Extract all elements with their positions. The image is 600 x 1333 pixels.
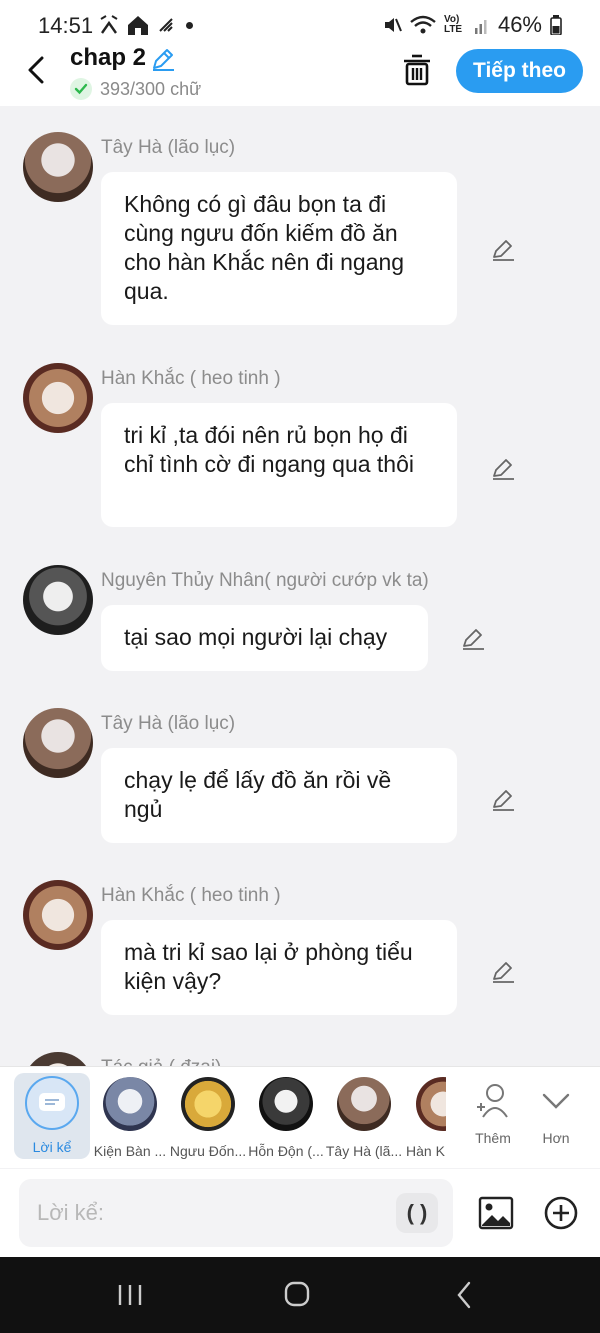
alarm-icon <box>100 15 118 34</box>
edit-title-button[interactable] <box>150 46 176 77</box>
home-button[interactable] <box>277 1279 317 1311</box>
character-label: Tây Hà (lã... <box>325 1143 403 1159</box>
pencil-icon <box>493 962 514 983</box>
message-bubble[interactable]: mà tri kỉ sao lại ở phòng tiểu kiện vậy? <box>101 920 457 1015</box>
back-icon <box>457 1281 471 1309</box>
add-button[interactable] <box>543 1195 579 1231</box>
app-header: chap 2 393/300 chữ Tiếp theo <box>0 40 600 106</box>
sender-name: Tây Hà (lão lục) <box>101 713 236 734</box>
home-circle-icon <box>284 1281 310 1307</box>
pencil-icon <box>493 459 514 480</box>
sender-name: Hàn Khắc ( heo tinh ) <box>101 368 281 389</box>
mute-icon <box>384 18 402 32</box>
edit-message-button[interactable] <box>490 236 518 264</box>
character-avatar <box>416 1077 446 1131</box>
edit-message-button[interactable] <box>460 625 488 653</box>
character-avatar <box>337 1077 391 1131</box>
narration-chip[interactable]: Lời kể <box>14 1073 90 1159</box>
narration-icon <box>25 1076 79 1130</box>
check-icon <box>70 78 92 100</box>
composer-bar: ( ) <box>0 1169 600 1257</box>
character-label: Hàn K <box>406 1143 445 1159</box>
signal-icon <box>474 20 487 34</box>
message-bubble[interactable]: Không có gì đâu bọn ta đi cùng ngưu đốn … <box>101 172 457 325</box>
add-user-icon <box>477 1084 508 1118</box>
system-back-button[interactable] <box>445 1279 485 1311</box>
carrier-label: Vo) LTE <box>443 14 463 35</box>
character-chip[interactable]: Ngưu Đốn... <box>168 1077 248 1159</box>
narration-input[interactable] <box>19 1179 453 1247</box>
edit-message-button[interactable] <box>490 786 518 814</box>
recent-apps-button[interactable] <box>110 1279 150 1311</box>
han-khac-avatar[interactable] <box>23 880 93 950</box>
character-label: Kiện Bàn ... <box>93 1143 167 1159</box>
character-label: Ngưu Đốn... <box>169 1143 247 1159</box>
han-khac-avatar[interactable] <box>23 363 93 433</box>
battery-icon <box>550 15 562 35</box>
add-character-button[interactable]: Thêm <box>463 1081 523 1146</box>
chevron-down-icon <box>542 1093 570 1109</box>
character-label: Hỗn Độn (... <box>248 1143 324 1159</box>
back-button[interactable] <box>18 50 54 90</box>
pencil-icon <box>153 49 174 71</box>
insert-image-button[interactable] <box>478 1195 514 1231</box>
character-bar: Lời kể Kiện Bàn ... Ngưu Đốn... Hỗn Độn … <box>0 1066 600 1168</box>
chat-area[interactable]: Tây Hà (lão lục) Không có gì đâu bọn ta … <box>0 106 600 1066</box>
character-avatar <box>181 1077 235 1131</box>
system-nav-bar <box>0 1257 600 1333</box>
home-icon <box>128 16 148 35</box>
sender-name: Nguyên Thủy Nhân( người cướp vk ta) <box>101 570 429 591</box>
character-chip[interactable]: Hàn K <box>402 1077 446 1159</box>
status-time: 14:51 <box>38 13 94 38</box>
nguyen-thuy-nhan-avatar[interactable] <box>23 565 93 635</box>
character-chip[interactable]: Kiện Bàn ... <box>90 1077 170 1159</box>
pencil-icon <box>493 240 514 261</box>
more-button[interactable]: Hơn <box>526 1081 586 1146</box>
battery-percent: 46% <box>497 12 542 37</box>
tay-ha-avatar[interactable] <box>23 132 93 202</box>
plus-circle-icon <box>544 1196 578 1230</box>
message-bubble[interactable]: tri kỉ ,ta đói nên rủ bọn họ đi chỉ tình… <box>101 403 457 527</box>
character-avatar <box>103 1077 157 1131</box>
edit-message-button[interactable] <box>490 958 518 986</box>
recents-icon <box>118 1285 142 1305</box>
character-chip[interactable]: Hỗn Độn (... <box>246 1077 326 1159</box>
wifi-call-icon <box>159 18 173 32</box>
parenthesis-button[interactable]: ( ) <box>396 1193 438 1233</box>
image-icon <box>478 1196 514 1230</box>
sender-name: Tác giả ( đzai) <box>101 1057 221 1066</box>
message-bubble[interactable]: chạy lẹ để lấy đồ ăn rồi về ngủ <box>101 748 457 843</box>
pencil-icon <box>463 629 484 650</box>
character-chip[interactable]: Tây Hà (lã... <box>324 1077 404 1159</box>
tay-ha-avatar[interactable] <box>23 708 93 778</box>
wifi-icon <box>410 15 436 34</box>
chevron-left-icon <box>28 56 44 84</box>
next-button[interactable]: Tiếp theo <box>456 49 583 93</box>
status-right: Vo) LTE 46% <box>382 12 562 38</box>
narration-label: Lời kể <box>32 1139 72 1155</box>
word-count-label: 393/300 chữ <box>100 78 202 99</box>
more-label: Hơn <box>542 1130 570 1146</box>
sender-name: Hàn Khắc ( heo tinh ) <box>101 885 281 906</box>
chapter-title: chap 2 <box>70 44 147 71</box>
status-left-icons <box>98 14 193 36</box>
character-avatar <box>259 1077 313 1131</box>
trash-icon <box>404 54 430 86</box>
author-avatar[interactable] <box>23 1052 93 1066</box>
pencil-icon <box>493 790 514 811</box>
word-count: 393/300 chữ <box>70 78 201 100</box>
delete-button[interactable] <box>400 52 434 88</box>
dot-icon <box>186 21 193 29</box>
add-character-label: Thêm <box>475 1130 511 1146</box>
message-bubble[interactable]: tại sao mọi người lại chạy <box>101 605 428 671</box>
edit-message-button[interactable] <box>490 455 518 483</box>
sender-name: Tây Hà (lão lục) <box>101 137 236 158</box>
